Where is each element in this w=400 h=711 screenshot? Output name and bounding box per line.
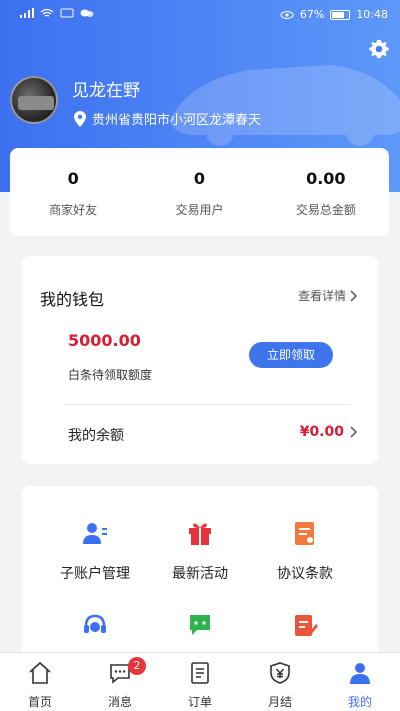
stat-value: 0 [67, 169, 79, 188]
wallet-title: 我的钱包 [40, 290, 105, 309]
bottom-tab-bar: 首页 2 消息 订单 月结 我的 [0, 652, 400, 711]
gear-icon[interactable] [368, 38, 390, 60]
stat-label: 商家好友 [49, 203, 98, 217]
customer-service-icon [84, 614, 106, 633]
tab-label: 月结 [267, 695, 292, 709]
balance-label: 我的余额 [68, 428, 124, 444]
balance-value: ¥0.00 [299, 424, 344, 440]
stat-label: 交易用户 [175, 203, 224, 217]
home-icon [29, 661, 51, 684]
order-icon [191, 662, 209, 684]
tab-profile[interactable]: 我的 [320, 653, 400, 711]
tab-label: 消息 [107, 695, 132, 709]
wifi-icon [40, 8, 54, 17]
stat-trade-users[interactable]: 0 交易用户 [136, 148, 262, 236]
wallet-detail-label: 查看详情 [297, 289, 346, 303]
agreement-icon [295, 522, 314, 545]
stat-value: 0 [193, 169, 206, 188]
signal-icon [20, 8, 34, 18]
chevron-right-icon [350, 289, 358, 302]
stat-merchant-friends[interactable]: 0 商家好友 [10, 148, 136, 236]
credit-amount: 5000.00 [68, 331, 141, 350]
menu-item-agreement[interactable]: 协议条款 [250, 520, 360, 583]
menu-item-edit[interactable] [250, 612, 360, 642]
eye-icon [280, 10, 294, 19]
divider [64, 404, 350, 405]
edit-document-icon [295, 615, 318, 636]
menu-label: 协议条款 [277, 566, 333, 582]
tab-home[interactable]: 首页 [0, 653, 80, 711]
location-line: 贵州省贵阳市小河区龙潭春天 [74, 109, 261, 128]
clock: 10:48 [356, 8, 388, 21]
menu-item-latest-activity[interactable]: 最新活动 [145, 520, 255, 583]
tab-label: 订单 [187, 695, 212, 709]
car-illustration [170, 65, 400, 146]
gift-icon [189, 523, 211, 545]
claim-button[interactable]: 立即领取 [249, 342, 333, 368]
tab-label: 我的 [347, 695, 372, 709]
unread-badge: 2 [128, 657, 146, 675]
stat-value: 0.00 [306, 169, 346, 188]
chevron-right-icon [350, 426, 358, 438]
battery-percent: 67% [299, 8, 325, 21]
notification-icon [60, 8, 74, 18]
location-pin-icon [74, 110, 86, 127]
avatar[interactable] [10, 76, 58, 124]
menu-item-customer-service[interactable] [40, 612, 150, 642]
message-chat-icon [190, 615, 210, 635]
menu-label: 最新活动 [172, 566, 228, 582]
stats-card: 0 商家好友 0 交易用户 0.00 交易总金额 [10, 148, 389, 236]
location-text: 贵州省贵阳市小河区龙潭春天 [92, 113, 262, 128]
status-bar: 67% 10:48 [0, 0, 400, 30]
profile-icon [350, 663, 370, 684]
tab-orders[interactable]: 订单 [160, 653, 240, 711]
balance-link[interactable]: ¥0.00 [300, 424, 358, 440]
menu-item-messages[interactable] [145, 612, 255, 642]
tab-label: 首页 [27, 695, 52, 709]
wallet-card: 我的钱包 查看详情 5000.00 白条待领取额度 立即领取 我的余额 ¥0.0… [22, 256, 378, 464]
tab-monthly-settlement[interactable]: 月结 [240, 653, 320, 711]
battery-icon [330, 9, 351, 20]
sub-account-icon [83, 523, 107, 544]
menu-label: 子账户管理 [60, 566, 130, 582]
menu-card: 子账户管理 最新活动 协议条款 [22, 486, 378, 666]
stat-label: 交易总金额 [295, 203, 356, 217]
stat-total-amount[interactable]: 0.00 交易总金额 [263, 148, 389, 236]
credit-label: 白条待领取额度 [68, 368, 153, 382]
tab-messages[interactable]: 2 消息 [80, 653, 160, 711]
wallet-detail-link[interactable]: 查看详情 [298, 287, 358, 304]
monthly-settlement-icon [270, 662, 290, 684]
menu-item-sub-account[interactable]: 子账户管理 [40, 520, 150, 583]
user-name: 见龙在野 [72, 81, 140, 101]
wechat-icon [80, 9, 94, 17]
